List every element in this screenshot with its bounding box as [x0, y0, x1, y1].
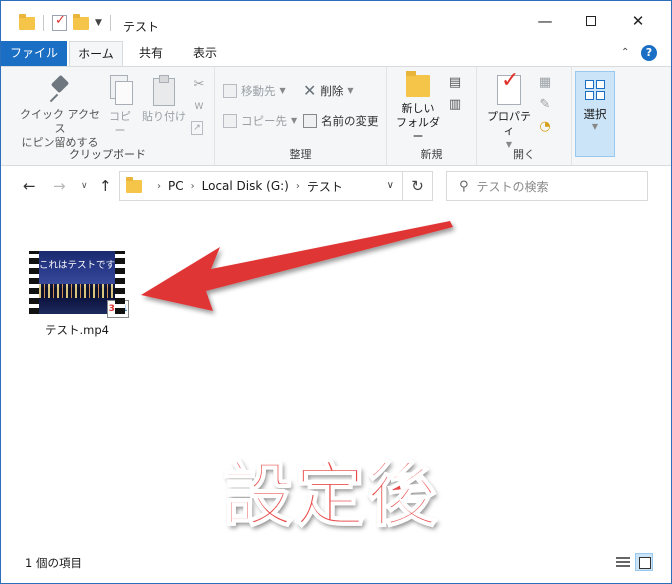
properties-label: プロパティ: [487, 110, 531, 137]
qat-divider-2: [109, 15, 111, 31]
qat-divider: [43, 15, 44, 31]
clipboard-group-label: クリップボード: [69, 148, 146, 161]
address-dropdown-icon[interactable]: ∨: [387, 180, 394, 191]
copy-path-icon[interactable]: W: [191, 99, 207, 115]
copy-to-dropdown-icon: ▼: [291, 116, 298, 125]
quick-access-toolbar: ▼: [19, 13, 113, 31]
move-to-icon: [223, 84, 237, 98]
file-list-area[interactable]: これはテストです 321 テスト.mp4 設定後: [1, 207, 671, 541]
properties-button[interactable]: プロパティ ▼: [483, 74, 535, 152]
status-bar: 1 個の項目: [1, 545, 671, 583]
rename-icon: [303, 114, 317, 128]
minimize-button[interactable]: —: [522, 1, 568, 41]
title-bar: ▼ テスト — ✕: [1, 1, 671, 41]
copy-label: コピー: [109, 110, 131, 137]
rename-label: 名前の変更: [321, 114, 379, 128]
tab-share[interactable]: 共有: [128, 41, 174, 66]
open-group: プロパティ ▼ ▦ ✎ ◔ 開く: [477, 67, 572, 165]
pin-icon: [47, 75, 73, 103]
breadcrumb-drive[interactable]: Local Disk (G:): [202, 179, 289, 193]
new-folder-large-icon: [406, 71, 430, 97]
copy-to-label: コピー先: [241, 114, 287, 128]
address-folder-icon: [126, 176, 142, 193]
search-box[interactable]: ⚲ テストの検索: [446, 171, 648, 201]
delete-button[interactable]: ✕ 削除 ▼: [303, 81, 354, 101]
new-folder-label-1: 新しい: [401, 102, 435, 115]
open-icon[interactable]: ▦: [537, 75, 553, 91]
maximize-icon: [586, 16, 596, 26]
ribbon-tabs: ファイル ホーム 共有 表示: [1, 41, 671, 67]
arrow-shape: [141, 221, 453, 311]
tab-home[interactable]: ホーム: [69, 41, 123, 67]
overlay-caption: 設定後: [222, 453, 439, 537]
move-to-dropdown-icon: ▼: [279, 86, 286, 95]
select-dropdown-icon: ▼: [591, 122, 599, 131]
ribbon-collapse-chevron-icon[interactable]: ⌃: [621, 47, 629, 58]
edit-icon[interactable]: ✎: [537, 97, 553, 113]
forward-arrow-icon[interactable]: →: [53, 177, 66, 195]
details-view-icon[interactable]: [613, 553, 631, 571]
new-folder-button[interactable]: 新しい フォルダー: [393, 71, 443, 144]
window-title: テスト: [123, 20, 160, 34]
maximize-button[interactable]: [568, 1, 614, 41]
item-count: 1 個の項目: [25, 556, 82, 570]
rename-button[interactable]: 名前の変更: [303, 111, 379, 131]
delete-icon: ✕: [303, 81, 317, 100]
breadcrumb-separator-icon[interactable]: ›: [191, 181, 195, 192]
paste-button[interactable]: 貼り付け: [141, 75, 187, 124]
recent-locations-chevron-icon[interactable]: ∨: [81, 181, 88, 191]
organize-group: 移動先 ▼ コピー先 ▼ ✕ 削除 ▼ 名前の変更 整理: [215, 67, 387, 165]
breadcrumb-pc[interactable]: PC: [168, 179, 184, 193]
select-grid-icon: [585, 80, 605, 100]
select-group: 選択 ▼: [572, 67, 632, 165]
search-placeholder: テストの検索: [476, 179, 549, 194]
folder-icon: [19, 13, 35, 30]
up-arrow-icon[interactable]: ↑: [99, 177, 112, 195]
new-item-icon[interactable]: ▤: [447, 75, 463, 91]
move-to-button[interactable]: 移動先 ▼: [223, 81, 286, 101]
copy-icon: [108, 75, 133, 105]
paste-shortcut-icon[interactable]: ↗: [191, 121, 203, 135]
search-icon: ⚲: [459, 178, 469, 194]
explorer-window: ▼ テスト — ✕ ファイル ホーム 共有 表示 ⌃ ? クイック アクセス に…: [0, 0, 672, 584]
qat-dropdown-icon[interactable]: ▼: [95, 18, 102, 28]
tab-file[interactable]: ファイル: [1, 41, 67, 66]
pin-quick-access-button[interactable]: クイック アクセス にピン留めする: [15, 75, 105, 150]
copy-button[interactable]: コピー: [105, 75, 135, 138]
cut-icon[interactable]: ✂: [191, 77, 207, 93]
breadcrumb-separator-icon[interactable]: ›: [157, 181, 161, 192]
breadcrumb-folder[interactable]: テスト: [307, 178, 343, 195]
copy-to-button[interactable]: コピー先 ▼: [223, 111, 297, 131]
select-button[interactable]: 選択 ▼: [575, 71, 615, 157]
pin-label-1: クイック アクセス: [20, 108, 100, 135]
clipboard-group: クイック アクセス にピン留めする コピー 貼り付け ✂ W ↗ クリップボード: [1, 67, 215, 165]
new-folder-icon[interactable]: [73, 13, 89, 30]
refresh-button[interactable]: ↻: [403, 171, 433, 201]
select-label: 選択: [583, 107, 607, 121]
navigation-bar: ← → ∨ ↑ › PC › Local Disk (G:) › テスト ∨ ↻…: [1, 167, 671, 207]
tab-view[interactable]: 表示: [182, 41, 228, 66]
paste-label: 貼り付け: [142, 110, 186, 123]
delete-label: 削除: [320, 84, 344, 98]
easy-access-icon[interactable]: ▥: [447, 97, 463, 113]
back-arrow-icon[interactable]: ←: [23, 177, 36, 195]
history-icon[interactable]: ◔: [537, 119, 553, 135]
new-folder-label-2: フォルダー: [396, 116, 440, 143]
address-bar[interactable]: › PC › Local Disk (G:) › テスト ∨: [119, 171, 403, 201]
move-to-label: 移動先: [241, 84, 276, 98]
organize-group-label: 整理: [289, 148, 312, 161]
help-icon[interactable]: ?: [641, 45, 657, 61]
open-group-label: 開く: [513, 148, 535, 161]
new-group: 新しい フォルダー ▤ ▥ 新規: [387, 67, 477, 165]
breadcrumb-separator-icon[interactable]: ›: [296, 181, 300, 192]
new-group-label: 新規: [420, 148, 443, 161]
ribbon-home: クイック アクセス にピン留めする コピー 貼り付け ✂ W ↗ クリップボード…: [1, 66, 671, 166]
properties-check-icon[interactable]: [52, 13, 67, 31]
properties-icon: [497, 74, 521, 105]
copy-to-icon: [223, 114, 237, 128]
delete-dropdown-icon: ▼: [347, 86, 354, 95]
close-button[interactable]: ✕: [615, 1, 661, 41]
large-icons-view-icon[interactable]: [635, 553, 653, 571]
paste-icon: [151, 75, 177, 106]
